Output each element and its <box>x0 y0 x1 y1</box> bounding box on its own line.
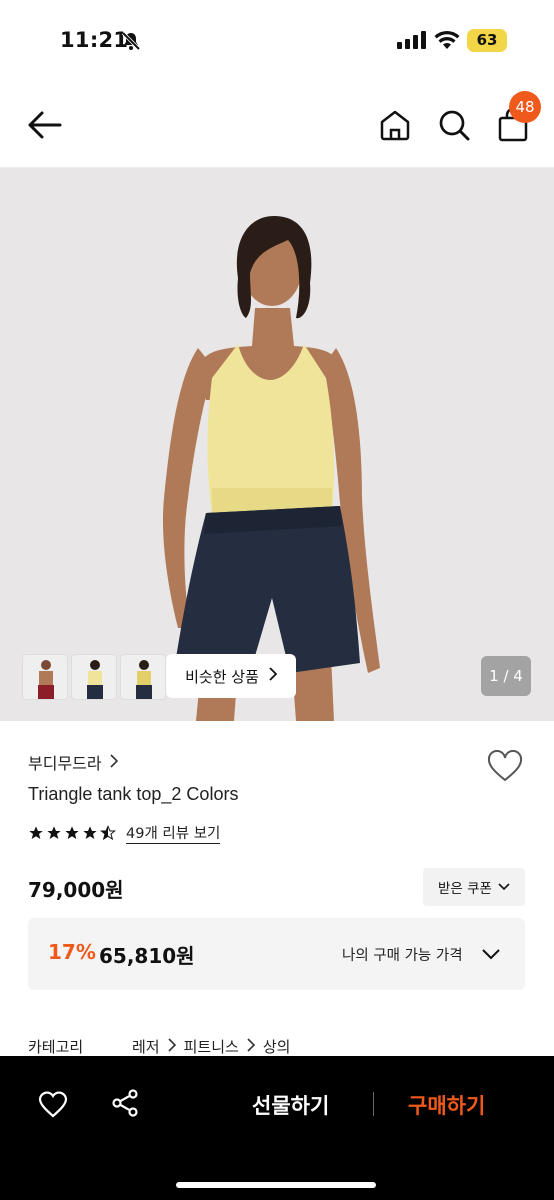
my-price-label: 나의 구매 가능 가격 <box>342 948 463 964</box>
category-item[interactable]: 피트니스 <box>184 1036 239 1057</box>
bottom-action-bar: 선물하기 구매하기 <box>0 1056 554 1200</box>
category-item[interactable]: 상의 <box>263 1036 291 1057</box>
coupon-label: 받은 쿠폰 <box>438 881 492 897</box>
model-photo <box>162 216 380 721</box>
chevron-right-icon <box>110 753 118 772</box>
category-item[interactable]: 레저 <box>132 1036 160 1057</box>
share-icon[interactable] <box>111 1089 139 1121</box>
silent-bell-icon <box>121 31 141 55</box>
chevron-right-icon <box>247 1037 255 1056</box>
discount-price: 65,810원 <box>99 944 195 968</box>
star-icon <box>65 826 79 839</box>
chevron-right-icon <box>168 1037 176 1056</box>
home-icon[interactable] <box>378 108 412 146</box>
status-bar: 11:21 63 <box>0 0 554 80</box>
product-image-carousel[interactable]: 비슷한 상품 1 / 4 <box>0 168 554 721</box>
star-icon <box>47 826 61 839</box>
heart-icon[interactable] <box>38 1090 68 1122</box>
thumbnail-strip <box>22 654 166 700</box>
thumbnail-yellow[interactable] <box>71 654 117 700</box>
received-coupon-button[interactable]: 받은 쿠폰 <box>423 868 525 906</box>
gift-button[interactable]: 선물하기 <box>252 1090 329 1120</box>
chevron-down-icon <box>481 945 501 964</box>
thumbnail-yellow-front[interactable] <box>120 654 166 700</box>
star-icon <box>83 826 97 839</box>
reviews-link[interactable]: 49개 리뷰 보기 <box>126 822 221 844</box>
similar-products-button[interactable]: 비슷한 상품 <box>166 654 296 698</box>
divider <box>373 1092 374 1116</box>
buy-button[interactable]: 구매하기 <box>408 1090 485 1120</box>
home-indicator <box>176 1182 376 1188</box>
battery-indicator: 63 <box>467 29 507 52</box>
wishlist-heart-icon[interactable] <box>487 749 523 786</box>
top-nav: 48 <box>0 80 554 168</box>
wifi-icon <box>434 30 460 54</box>
chevron-down-icon <box>498 879 510 895</box>
cellular-signal-icon <box>397 31 427 53</box>
discount-percent: 17% <box>48 940 96 964</box>
original-price: 79,000원 <box>28 878 124 902</box>
half-star-icon <box>100 825 116 841</box>
chevron-right-icon <box>269 667 278 685</box>
cart-count-badge: 48 <box>509 91 541 123</box>
my-best-price-box[interactable]: 17% 65,810원 나의 구매 가능 가격 <box>28 918 525 990</box>
rating-row: 49개 리뷰 보기 <box>28 822 221 844</box>
category-breadcrumb: 레저 피트니스 상의 <box>132 1036 290 1057</box>
category-label: 카테고리 <box>28 1038 84 1056</box>
category-row: 카테고리 레저 피트니스 상의 <box>28 1036 290 1057</box>
status-time: 11:21 <box>60 28 129 52</box>
thumbnail-red[interactable] <box>22 654 68 700</box>
brand-name: 부디무드라 <box>28 754 102 773</box>
star-rating <box>28 825 116 841</box>
image-page-indicator: 1 / 4 <box>481 656 531 696</box>
back-arrow-icon[interactable] <box>26 110 64 140</box>
similar-products-label: 비슷한 상품 <box>185 667 259 686</box>
search-icon[interactable] <box>437 108 471 146</box>
star-icon <box>29 826 43 839</box>
brand-link[interactable]: 부디무드라 <box>28 750 118 774</box>
product-name: Triangle tank top_2 Colors <box>28 784 239 804</box>
